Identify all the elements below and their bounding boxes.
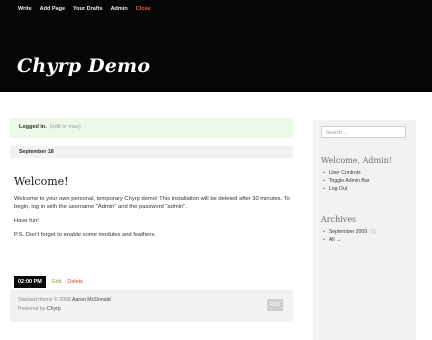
archive-count: (1) (370, 229, 377, 235)
welcome-heading: Welcome, Admin! (321, 156, 392, 165)
sidebar-item-log-out[interactable]: Log Out (323, 185, 370, 193)
logged-in-bar: Logged in. (edit or mas) (10, 118, 293, 138)
post-paragraph: Welcome to your own personal, temporary … (14, 196, 290, 210)
footer-theme-text: Stacked theme © 2008 (18, 297, 71, 303)
post-meta: 02:00 PM Edit Delete (14, 276, 83, 288)
date-bar: September 18 (10, 146, 293, 158)
sidebar-item-archive[interactable]: September 2009(1) (323, 228, 377, 236)
archive-label: September 2009 (328, 229, 368, 235)
main-column: Logged in. (edit or mas) September 18 Wel… (10, 118, 293, 288)
rss-button[interactable]: RSS (267, 299, 283, 311)
archives-heading: Archives (321, 215, 357, 224)
logged-in-sub-link[interactable]: (edit or mas) (50, 124, 81, 130)
sidebar-item-user-controls[interactable]: User Controls (323, 169, 370, 177)
admin-bar-close[interactable]: Close (136, 6, 151, 18)
welcome-links: User Controls Toggle Admin Bar Log Out (323, 169, 370, 193)
footer-chyrp-link[interactable]: Chyrp (47, 306, 61, 312)
admin-bar-your-drafts[interactable]: Your Drafts (73, 6, 103, 18)
admin-bar-add-page[interactable]: Add Page (40, 6, 65, 18)
post-date: September 18 (19, 149, 54, 155)
post-paragraph: P.S. Don't forget to enable some modules… (14, 232, 156, 238)
post-time-badge[interactable]: 02:00 PM (14, 276, 46, 288)
archive-label: All → (328, 237, 342, 243)
edit-link[interactable]: Edit (52, 279, 61, 285)
archives-list: September 2009(1) All → (323, 228, 377, 244)
sidebar: Search ... Welcome, Admin! User Controls… (313, 120, 416, 340)
post-body: Welcome to your own personal, temporary … (14, 195, 292, 245)
footer-powered-text: Powered by (18, 306, 46, 312)
admin-bar-admin[interactable]: Admin (111, 6, 128, 18)
site-header: Write Add Page Your Drafts Admin Close C… (0, 0, 432, 92)
logged-in-label: Logged in. (19, 124, 47, 130)
search-input[interactable]: Search ... (321, 126, 406, 138)
sidebar-item-archive-all[interactable]: All → (323, 236, 377, 244)
post-title[interactable]: Welcome! (14, 175, 69, 188)
site-footer: Stacked theme © 2008 Aaron McDonald Powe… (10, 290, 293, 322)
delete-link[interactable]: Delete (67, 279, 83, 285)
admin-bar-write[interactable]: Write (18, 6, 32, 18)
post-paragraph: Have fun! (14, 218, 39, 224)
admin-bar: Write Add Page Your Drafts Admin Close (18, 6, 151, 18)
footer-author-link[interactable]: Aaron McDonald (72, 297, 111, 303)
site-title[interactable]: Chyrp Demo (17, 55, 150, 77)
sidebar-item-toggle-admin-bar[interactable]: Toggle Admin Bar (323, 177, 370, 185)
footer-credit: Stacked theme © 2008 Aaron McDonald (18, 297, 111, 303)
footer-powered: Powered by Chyrp (18, 306, 61, 312)
